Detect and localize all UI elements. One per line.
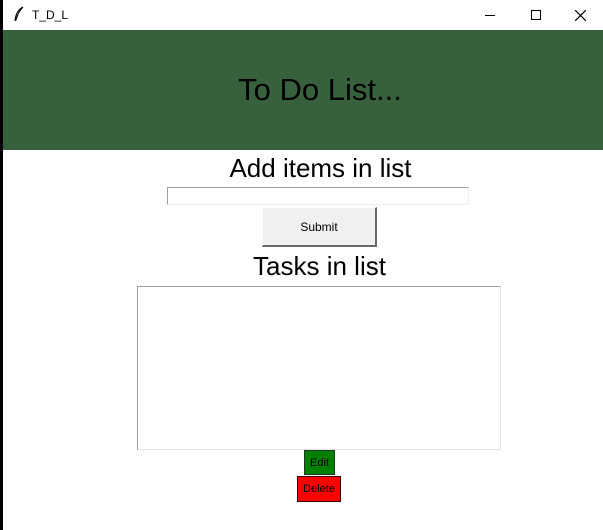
edit-button[interactable]: Edit <box>304 450 335 475</box>
close-button[interactable] <box>557 0 603 30</box>
title-bar: T_D_L <box>3 0 603 30</box>
delete-button[interactable]: Delete <box>297 476 341 502</box>
header-banner: To Do List... <box>3 30 603 150</box>
add-items-label: Add items in list <box>229 153 412 183</box>
close-icon <box>574 9 586 21</box>
item-entry-input[interactable] <box>167 187 469 205</box>
maximize-icon <box>531 10 541 20</box>
submit-button[interactable]: Submit <box>262 207 377 247</box>
app-window: T_D_L To Do List... Add items in list Su… <box>3 0 603 530</box>
maximize-button[interactable] <box>513 0 559 30</box>
page-title: To Do List... <box>238 72 402 107</box>
tasks-listbox[interactable] <box>137 286 501 450</box>
minimize-icon <box>485 15 495 16</box>
tasks-label: Tasks in list <box>253 251 386 281</box>
minimize-button[interactable] <box>467 0 513 30</box>
feather-icon <box>14 6 24 22</box>
window-title: T_D_L <box>32 8 69 22</box>
